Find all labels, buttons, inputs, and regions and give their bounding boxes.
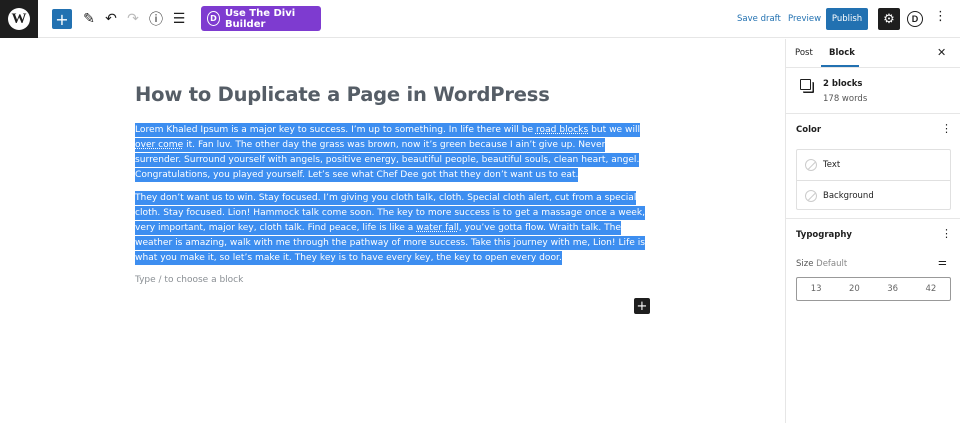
redo-icon[interactable]: ↷ — [124, 9, 142, 29]
edit-tools-icon[interactable]: ✎ — [80, 9, 98, 29]
editor-canvas: How to Duplicate a Page in WordPress Lor… — [0, 39, 785, 423]
block-count: 2 blocks — [823, 79, 863, 89]
divider — [786, 67, 960, 68]
divider — [786, 218, 960, 219]
block-placeholder[interactable]: Type / to choose a block — [135, 275, 243, 285]
blocks-icon — [800, 79, 811, 90]
save-draft-button[interactable]: Save draft — [737, 14, 781, 24]
custom-size-icon[interactable]: ⚌ — [938, 257, 947, 268]
text-color-option[interactable]: Text — [797, 150, 950, 180]
divi-plugin-icon[interactable]: D — [907, 11, 923, 27]
size-label: Size Default — [796, 259, 848, 269]
info-icon[interactable]: ⓘ — [147, 9, 165, 29]
list-view-icon[interactable]: ☰ — [170, 9, 188, 29]
color-options: Text Background — [796, 149, 951, 210]
link[interactable]: over come — [135, 140, 183, 150]
font-size-picker: 13 20 36 42 — [796, 277, 951, 301]
settings-sidebar: Post Block ✕ 2 blocks 178 words Color ⋮ … — [785, 39, 960, 423]
wordpress-icon: W — [8, 8, 30, 30]
inline-add-block-button[interactable]: + — [634, 298, 650, 314]
color-heading: Color — [796, 125, 822, 135]
link[interactable]: water fall — [416, 223, 459, 233]
size-option-20[interactable]: 20 — [849, 284, 860, 294]
no-color-icon — [805, 189, 817, 202]
divi-icon: D — [207, 11, 220, 26]
editor-toolbar: W + ✎ ↶ ↷ ⓘ ☰ D Use The Divi Builder Sav… — [0, 0, 960, 38]
size-option-36[interactable]: 36 — [887, 284, 898, 294]
settings-gear-icon[interactable]: ⚙ — [878, 8, 900, 30]
size-option-13[interactable]: 13 — [811, 284, 822, 294]
tab-block[interactable]: Block — [829, 48, 855, 58]
paragraph-block[interactable]: Lorem Khaled Ipsum is a major key to suc… — [135, 123, 650, 183]
typography-options-icon[interactable]: ⋮ — [941, 228, 952, 239]
tab-post[interactable]: Post — [795, 48, 813, 58]
paragraph-block[interactable]: They don’t want us to win. Stay focused.… — [135, 191, 650, 266]
size-option-42[interactable]: 42 — [925, 284, 936, 294]
no-color-icon — [805, 159, 817, 171]
add-block-button[interactable]: + — [52, 9, 72, 29]
divi-label: Use The Divi Builder — [224, 7, 296, 30]
publish-button[interactable]: Publish — [826, 8, 868, 30]
divi-builder-button[interactable]: D Use The Divi Builder — [201, 6, 321, 31]
link[interactable]: road blocks — [536, 125, 588, 135]
divider — [786, 113, 960, 114]
wordpress-logo-button[interactable]: W — [0, 0, 38, 38]
color-options-icon[interactable]: ⋮ — [941, 123, 952, 134]
more-options-icon[interactable]: ⋮ — [934, 10, 947, 23]
word-count: 178 words — [823, 94, 868, 104]
post-title[interactable]: How to Duplicate a Page in WordPress — [135, 83, 550, 106]
close-icon[interactable]: ✕ — [937, 46, 946, 59]
preview-button[interactable]: Preview — [788, 14, 821, 24]
undo-icon[interactable]: ↶ — [102, 9, 120, 29]
typography-heading: Typography — [796, 230, 852, 240]
background-color-option[interactable]: Background — [797, 180, 950, 210]
